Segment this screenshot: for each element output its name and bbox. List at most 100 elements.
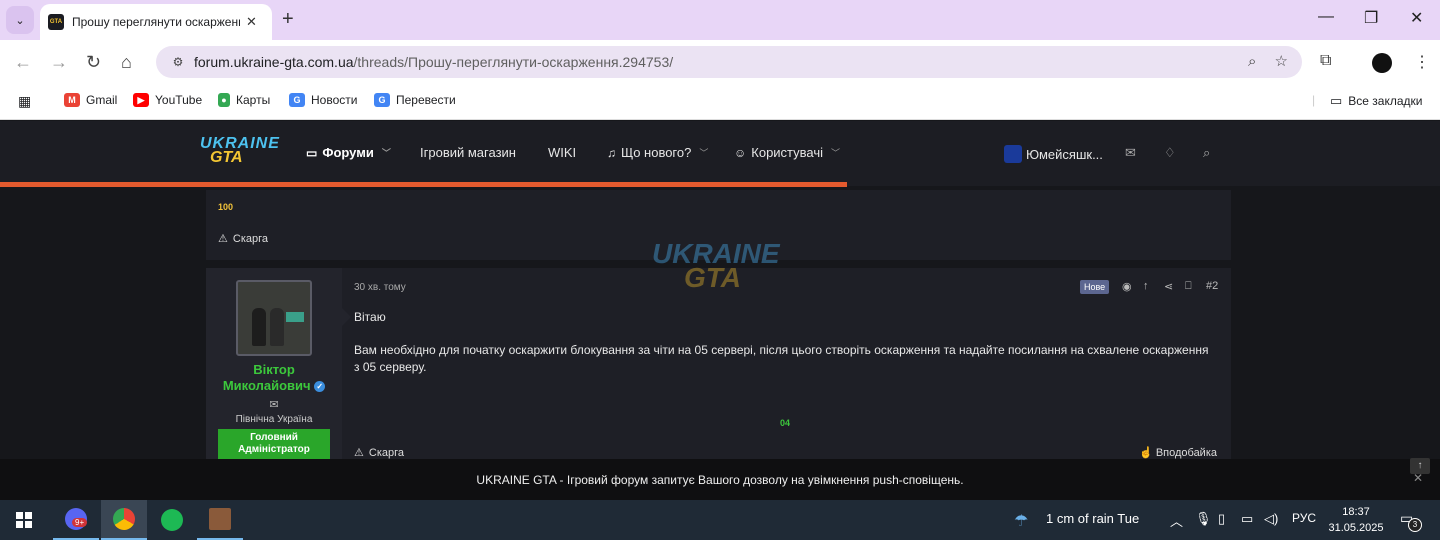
apps-grid-icon[interactable]: ▦ <box>18 93 31 110</box>
bookmarks-divider: | <box>1312 93 1316 107</box>
nav-label: WIKI <box>548 145 577 160</box>
thumbs-up-icon: ☝ <box>1139 447 1153 459</box>
forum-logo[interactable]: UKRAINE GTA <box>200 135 279 175</box>
nav-label: Користувачі <box>751 145 824 160</box>
bookmark-label: Gmail <box>86 93 118 107</box>
tab-close-icon[interactable]: ✕ <box>246 14 257 30</box>
alerts-bell-icon[interactable]: ♢ <box>1164 145 1176 161</box>
maximize-button[interactable]: ❐ <box>1364 8 1378 28</box>
chevron-down-icon[interactable]: ﹀ <box>382 146 391 159</box>
warning-icon: ⚠ <box>218 233 228 245</box>
close-window-button[interactable]: ✕ <box>1410 8 1423 28</box>
nav-users[interactable]: ☺ Користувачі ﹀ <box>734 145 840 160</box>
forward-arrow-icon[interactable]: → <box>50 52 68 73</box>
url-text[interactable]: forum.ukraine-gta.com.ua/threads/Прошу-п… <box>194 54 673 70</box>
reload-icon[interactable]: ↻ <box>86 52 101 73</box>
like-label: Вподобайка <box>1155 447 1217 459</box>
report-link[interactable]: ⚠ Скарга <box>354 446 404 460</box>
zoom-icon[interactable]: ⌕ <box>1248 53 1256 70</box>
nav-game-shop[interactable]: Ігровий магазин <box>420 145 516 160</box>
reaction-icon[interactable]: ◉ <box>1122 280 1132 293</box>
inbox-icon[interactable]: ✉ <box>1125 145 1136 161</box>
account-username: Юмейсяшк... <box>1026 146 1103 162</box>
bookmark-translate[interactable]: G Перевести <box>374 93 456 107</box>
watermark-logo: UKRAINE GTA <box>652 238 792 308</box>
post-number[interactable]: #2 <box>1206 280 1218 292</box>
home-icon[interactable]: ⌂ <box>121 52 132 73</box>
profile-avatar[interactable] <box>1372 53 1392 73</box>
banner-close-icon[interactable]: ✕ <box>1413 471 1423 485</box>
site-info-icon[interactable]: ⚙ <box>168 52 188 72</box>
microphone-icon[interactable]: 🎙 <box>1195 511 1212 527</box>
tab-search-button[interactable]: ⌄ <box>6 6 34 34</box>
new-tab-button[interactable]: + <box>282 8 294 31</box>
chevron-down-icon[interactable]: ﹀ <box>699 146 708 159</box>
weather-text[interactable]: 1 cm of rain Tue <box>1046 511 1139 526</box>
all-bookmarks-button[interactable]: ▭ Все закладки <box>1330 93 1423 109</box>
search-icon[interactable]: ⌕ <box>1203 145 1210 161</box>
menu-dots-icon[interactable]: ⋮ <box>1414 52 1430 72</box>
avatar-car <box>286 312 304 322</box>
windows-start-icon[interactable] <box>16 512 32 528</box>
network-icon[interactable]: ▭ <box>1241 511 1253 527</box>
author-avatar[interactable] <box>236 280 312 356</box>
minimize-button[interactable]: — <box>1318 8 1334 26</box>
forum-header: UKRAINE GTA ▭ Форуми ﹀ Ігровий магазин W… <box>0 121 1440 186</box>
author-name[interactable]: Віктор Миколайович ✓ <box>206 362 342 394</box>
push-permission-banner: UKRAINE GTA - Ігровий форум запитує Вашо… <box>0 459 1440 500</box>
nav-label: Ігровий магазин <box>420 145 516 160</box>
system-clock[interactable]: 18:37 31.05.2025 <box>1326 504 1386 536</box>
back-arrow-icon[interactable]: ← <box>14 52 32 73</box>
volume-icon[interactable]: ◁) <box>1264 511 1278 527</box>
maps-icon: ● <box>218 93 230 107</box>
like-button[interactable]: ☝ Вподобайка <box>1139 446 1217 459</box>
spotify-app[interactable] <box>149 500 195 540</box>
chrome-icon <box>113 508 135 530</box>
envelope-icon[interactable]: ✉ <box>206 398 342 411</box>
post-user-column: Віктор Миколайович ✓ ✉ Північна Україна … <box>206 268 342 460</box>
chat-icon: ▭ <box>306 145 318 160</box>
post-signature: 04 <box>780 418 791 428</box>
post-time[interactable]: 30 хв. тому <box>354 282 406 293</box>
nav-forums[interactable]: ▭ Форуми ﹀ <box>306 145 391 160</box>
game-app[interactable] <box>197 500 243 540</box>
arrow-up-icon[interactable]: ↑ <box>1143 280 1149 292</box>
input-language[interactable]: РУС <box>1292 511 1316 525</box>
report-label: Скарга <box>368 446 404 459</box>
push-banner-text: UKRAINE GTA - Ігровий форум запитує Вашо… <box>476 472 964 487</box>
chevron-up-icon[interactable]: ︿ <box>1170 511 1183 530</box>
nav-label: Що нового? <box>621 145 692 160</box>
youtube-icon: ▶ <box>133 93 149 107</box>
browser-toolbar: ← → ↻ ⌂ ⚙ forum.ukraine-gta.com.ua/threa… <box>0 40 1440 84</box>
role-line1: Головний <box>250 432 298 443</box>
browser-tab[interactable]: GTA Прошу переглянути оскарження ✕ <box>40 4 272 40</box>
folder-icon: ▭ <box>1330 93 1343 108</box>
account-menu[interactable]: Юмейсяшк... <box>1004 145 1103 163</box>
share-icon[interactable]: ⋖ <box>1164 280 1173 293</box>
nav-whats-new[interactable]: ♫ Що нового? ﹀ <box>607 145 708 160</box>
users-icon: ☺ <box>734 145 747 160</box>
author-name-line2: Миколайович <box>222 378 311 393</box>
thread-content: 100 ⚠ Скарга Віктор Миколайович ✓ ✉ Півн… <box>206 190 1231 460</box>
bookmark-star-icon[interactable]: ☆ <box>1275 53 1288 70</box>
report-label: Скарга <box>232 232 268 245</box>
bookmark-maps[interactable]: ● Карты <box>218 93 270 107</box>
chrome-app[interactable] <box>101 500 147 540</box>
author-region: Північна Україна <box>235 414 313 425</box>
bookmark-label: YouTube <box>155 93 203 107</box>
address-bar[interactable]: ⚙ forum.ukraine-gta.com.ua/threads/Прошу… <box>156 46 1302 78</box>
battery-icon[interactable]: ▯ <box>1218 511 1225 527</box>
notification-center-icon[interactable]: ▭ 3 <box>1400 510 1422 532</box>
bookmark-gmail[interactable]: M Gmail <box>64 93 117 107</box>
bookmark-icon[interactable]: ⎕ <box>1185 280 1192 293</box>
nav-wiki[interactable]: WIKI <box>548 145 576 160</box>
role-badge: Головний Адміністратор <box>218 429 330 460</box>
bookmark-youtube[interactable]: ▶ YouTube <box>133 93 202 107</box>
chevron-down-icon[interactable]: ﹀ <box>831 146 840 159</box>
extensions-icon[interactable]: ⧉ <box>1320 52 1331 70</box>
report-link[interactable]: ⚠ Скарга <box>218 232 268 246</box>
bookmark-news[interactable]: G Новости <box>289 93 357 107</box>
post-greeting: Вітаю <box>354 310 386 324</box>
signature-value: 100 <box>218 202 234 212</box>
notification-count: 3 <box>1408 518 1422 532</box>
